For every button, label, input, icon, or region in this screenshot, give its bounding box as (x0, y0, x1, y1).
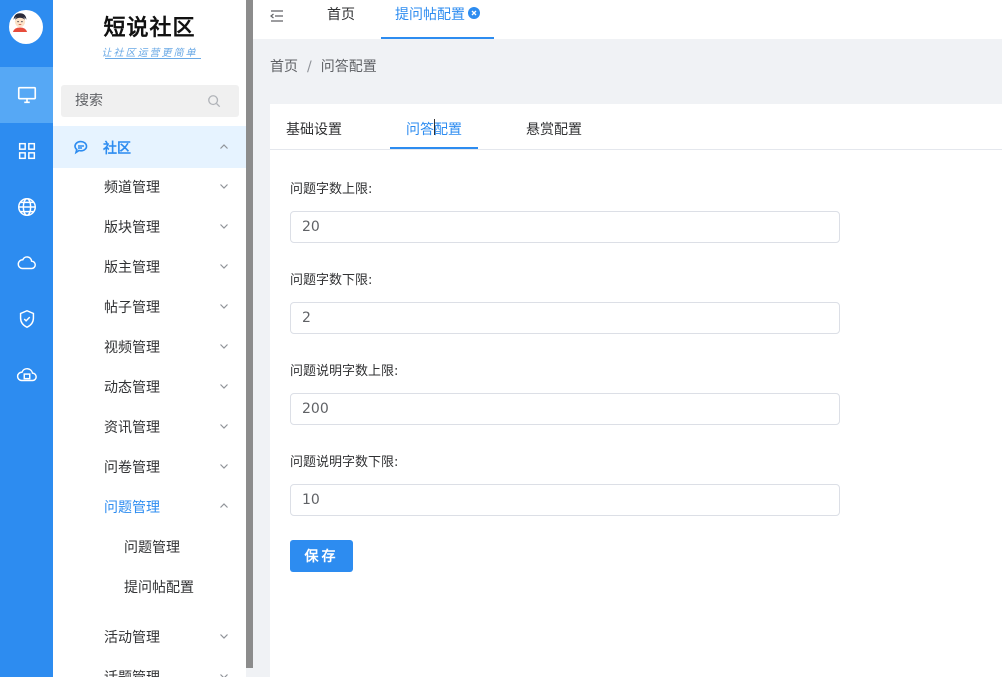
shield-check-icon (19, 309, 34, 329)
sidebar-item-channel[interactable]: 频道管理 (53, 166, 246, 206)
tab-bounty-config[interactable]: 悬赏配置 (526, 119, 582, 139)
question-max-label: 问题字数上限: (290, 182, 373, 197)
rail-item-security[interactable] (0, 291, 53, 347)
chevron-down-icon (220, 184, 228, 189)
text-cursor (434, 119, 435, 135)
tab-basic-settings[interactable]: 基础设置 (286, 119, 342, 139)
description-min-label: 问题说明字数下限: (290, 455, 399, 470)
sidebar-subitem-label: 提问帖配置 (124, 580, 194, 596)
sidebar-item-questions[interactable]: 问题管理 (53, 486, 246, 526)
cloud-icon (17, 256, 36, 270)
sidebar-item-label: 活动管理 (104, 630, 160, 646)
config-tabs: 基础设置 问答配置 悬赏配置 (270, 104, 1002, 150)
tab-label: 首页 (327, 7, 355, 23)
rail-item-apps[interactable] (0, 123, 53, 179)
sidebar-subitem-question-config[interactable]: 提问帖配置 (53, 566, 246, 606)
menu-fold-icon[interactable] (270, 9, 284, 23)
rail-item-cloud[interactable] (0, 235, 53, 291)
sidebar-subitem-label: 问题管理 (124, 540, 180, 556)
search-icon[interactable] (207, 94, 221, 108)
grid-icon (18, 142, 35, 160)
rail-item-dashboard[interactable] (0, 67, 53, 123)
rail-item-site[interactable] (0, 179, 53, 235)
chevron-down-icon (220, 634, 228, 639)
chevron-up-icon (220, 144, 228, 149)
sidebar-subitem-question-manage[interactable]: 问题管理 (53, 526, 246, 566)
description-max-input[interactable] (290, 393, 840, 425)
breadcrumb-current: 问答配置 (320, 59, 377, 75)
breadcrumb-separator: / (307, 59, 312, 75)
user-avatar-icon (9, 10, 31, 32)
breadcrumb: 首页 / 问答配置 (270, 56, 377, 76)
sidebar-search (61, 85, 239, 117)
sidebar-item-label: 版块管理 (104, 220, 160, 236)
menu-group-label: 社区 (103, 141, 131, 157)
sidebar-item-label: 问题管理 (104, 500, 160, 516)
save-button[interactable]: 保存 (290, 540, 353, 572)
question-min-label: 问题字数下限: (290, 273, 373, 288)
breadcrumb-home[interactable]: 首页 (270, 56, 298, 76)
menu-group-community[interactable]: 社区 (53, 126, 246, 168)
tab-home[interactable]: 首页 (327, 0, 357, 39)
chat-icon (74, 140, 88, 155)
brand-title: 短说社区 (103, 15, 196, 41)
chevron-down-icon (220, 304, 228, 309)
icon-rail (0, 0, 53, 677)
chevron-down-icon (220, 224, 228, 229)
sidebar-item-label: 视频管理 (104, 340, 160, 356)
globe-icon (17, 198, 36, 216)
description-max-label: 问题说明字数上限: (290, 364, 399, 379)
sidebar-item-video[interactable]: 视频管理 (53, 326, 246, 366)
config-panel: 基础设置 问答配置 悬赏配置 问题字数上限: 问题字数下限: 问题说明字数上限:… (270, 104, 1002, 677)
description-min-input[interactable] (290, 484, 840, 516)
chevron-down-icon (220, 424, 228, 429)
avatar[interactable] (9, 10, 43, 44)
sidebar-scrollbar[interactable] (246, 0, 253, 668)
sidebar-item-survey[interactable]: 问卷管理 (53, 446, 246, 486)
active-tab-indicator (390, 147, 478, 149)
sidebar-item-label: 版主管理 (104, 260, 160, 276)
sidebar-item-label: 话题管理 (104, 667, 160, 677)
monitor-icon (17, 86, 36, 104)
sidebar-item-activity[interactable]: 活动管理 (53, 616, 246, 656)
question-min-input[interactable] (290, 302, 840, 334)
sidebar: 短说社区 让社区运营更简单 社区 频道管理 版块管理 版主管理 帖子管理 视频管… (53, 0, 246, 677)
chevron-down-icon (220, 384, 228, 389)
chevron-down-icon (220, 344, 228, 349)
cloud-app-icon (16, 367, 37, 382)
sidebar-item-label: 频道管理 (104, 180, 160, 196)
sidebar-item-topic[interactable]: 话题管理 (53, 656, 246, 677)
chevron-down-icon (220, 264, 228, 269)
brand-underline (105, 58, 201, 59)
search-input[interactable] (61, 85, 211, 117)
sidebar-item-label: 动态管理 (104, 380, 160, 396)
chevron-down-icon (220, 464, 228, 469)
tab-bar: 首页 提问帖配置 (253, 0, 1002, 39)
sidebar-item-moments[interactable]: 动态管理 (53, 366, 246, 406)
sidebar-item-label: 帖子管理 (104, 300, 160, 316)
rail-item-cloud-app[interactable] (0, 347, 53, 403)
chevron-up-icon (220, 503, 228, 508)
sidebar-item-moderator[interactable]: 版主管理 (53, 246, 246, 286)
chevron-down-icon (220, 674, 228, 677)
sidebar-item-news[interactable]: 资讯管理 (53, 406, 246, 446)
close-icon[interactable] (468, 7, 480, 19)
brand-logo: 短说社区 让社区运营更简单 (53, 0, 246, 68)
sidebar-item-board[interactable]: 版块管理 (53, 206, 246, 246)
tab-label: 提问帖配置 (395, 7, 465, 23)
sidebar-item-label: 问卷管理 (104, 460, 160, 476)
brand-subtitle: 让社区运营更简单 (101, 48, 198, 59)
sidebar-item-label: 资讯管理 (104, 420, 160, 436)
tab-question-config[interactable]: 提问帖配置 (381, 0, 494, 39)
sidebar-item-posts[interactable]: 帖子管理 (53, 286, 246, 326)
question-max-input[interactable] (290, 211, 840, 243)
